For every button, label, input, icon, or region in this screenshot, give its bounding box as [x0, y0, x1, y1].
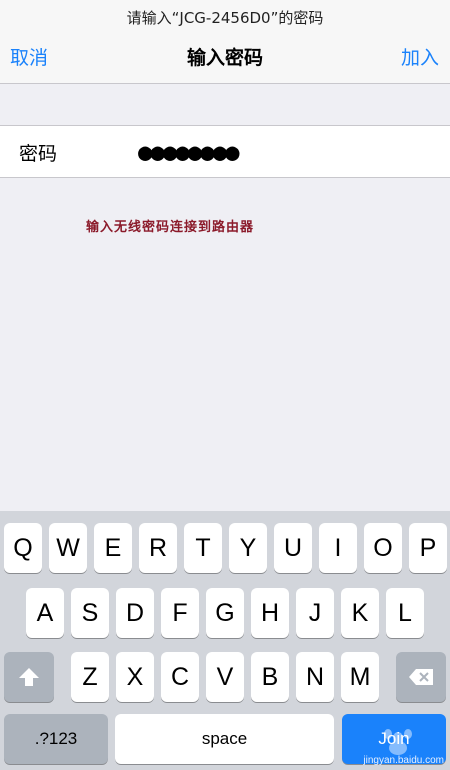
network-prompt: 请输入“JCG-2456D0”的密码: [126, 9, 324, 27]
key-o[interactable]: O: [364, 523, 402, 573]
key-k[interactable]: K: [341, 588, 379, 638]
password-field[interactable]: [138, 134, 438, 170]
join-button[interactable]: 加入: [401, 43, 439, 70]
key-m[interactable]: M: [341, 652, 379, 702]
password-row[interactable]: 密码: [0, 125, 450, 178]
key-b[interactable]: B: [251, 652, 289, 702]
key-u[interactable]: U: [274, 523, 312, 573]
annotation-text: 输入无线密码连接到路由器: [86, 220, 255, 235]
key-j[interactable]: J: [296, 588, 334, 638]
key-n[interactable]: N: [296, 652, 334, 702]
cancel-button[interactable]: 取消: [10, 43, 48, 70]
key-i[interactable]: I: [319, 523, 357, 573]
key-w[interactable]: W: [49, 523, 87, 573]
key-e[interactable]: E: [94, 523, 132, 573]
backspace-key[interactable]: [396, 652, 446, 702]
key-q[interactable]: Q: [4, 523, 42, 573]
key-r[interactable]: R: [139, 523, 177, 573]
shift-icon: [18, 667, 40, 687]
key-y[interactable]: Y: [229, 523, 267, 573]
key-f[interactable]: F: [161, 588, 199, 638]
shift-key[interactable]: [4, 652, 54, 702]
key-h[interactable]: H: [251, 588, 289, 638]
key-x[interactable]: X: [116, 652, 154, 702]
key-z[interactable]: Z: [71, 652, 109, 702]
backspace-icon: [408, 668, 434, 686]
nav-bar: 请输入“JCG-2456D0”的密码 取消 输入密码 加入: [0, 0, 450, 84]
key-l[interactable]: L: [386, 588, 424, 638]
key-p[interactable]: P: [409, 523, 447, 573]
key-g[interactable]: G: [206, 588, 244, 638]
key-s[interactable]: S: [71, 588, 109, 638]
space-key[interactable]: space: [115, 714, 334, 764]
keyboard: Q W E R T Y U I O P A S D F G H J K L Z …: [0, 511, 450, 770]
key-c[interactable]: C: [161, 652, 199, 702]
key-d[interactable]: D: [116, 588, 154, 638]
key-t[interactable]: T: [184, 523, 222, 573]
password-label: 密码: [19, 143, 58, 165]
key-a[interactable]: A: [26, 588, 64, 638]
key-v[interactable]: V: [206, 652, 244, 702]
page-title: 输入密码: [186, 47, 263, 69]
join-key[interactable]: Join: [342, 714, 446, 764]
numbers-key[interactable]: .?123: [4, 714, 108, 764]
